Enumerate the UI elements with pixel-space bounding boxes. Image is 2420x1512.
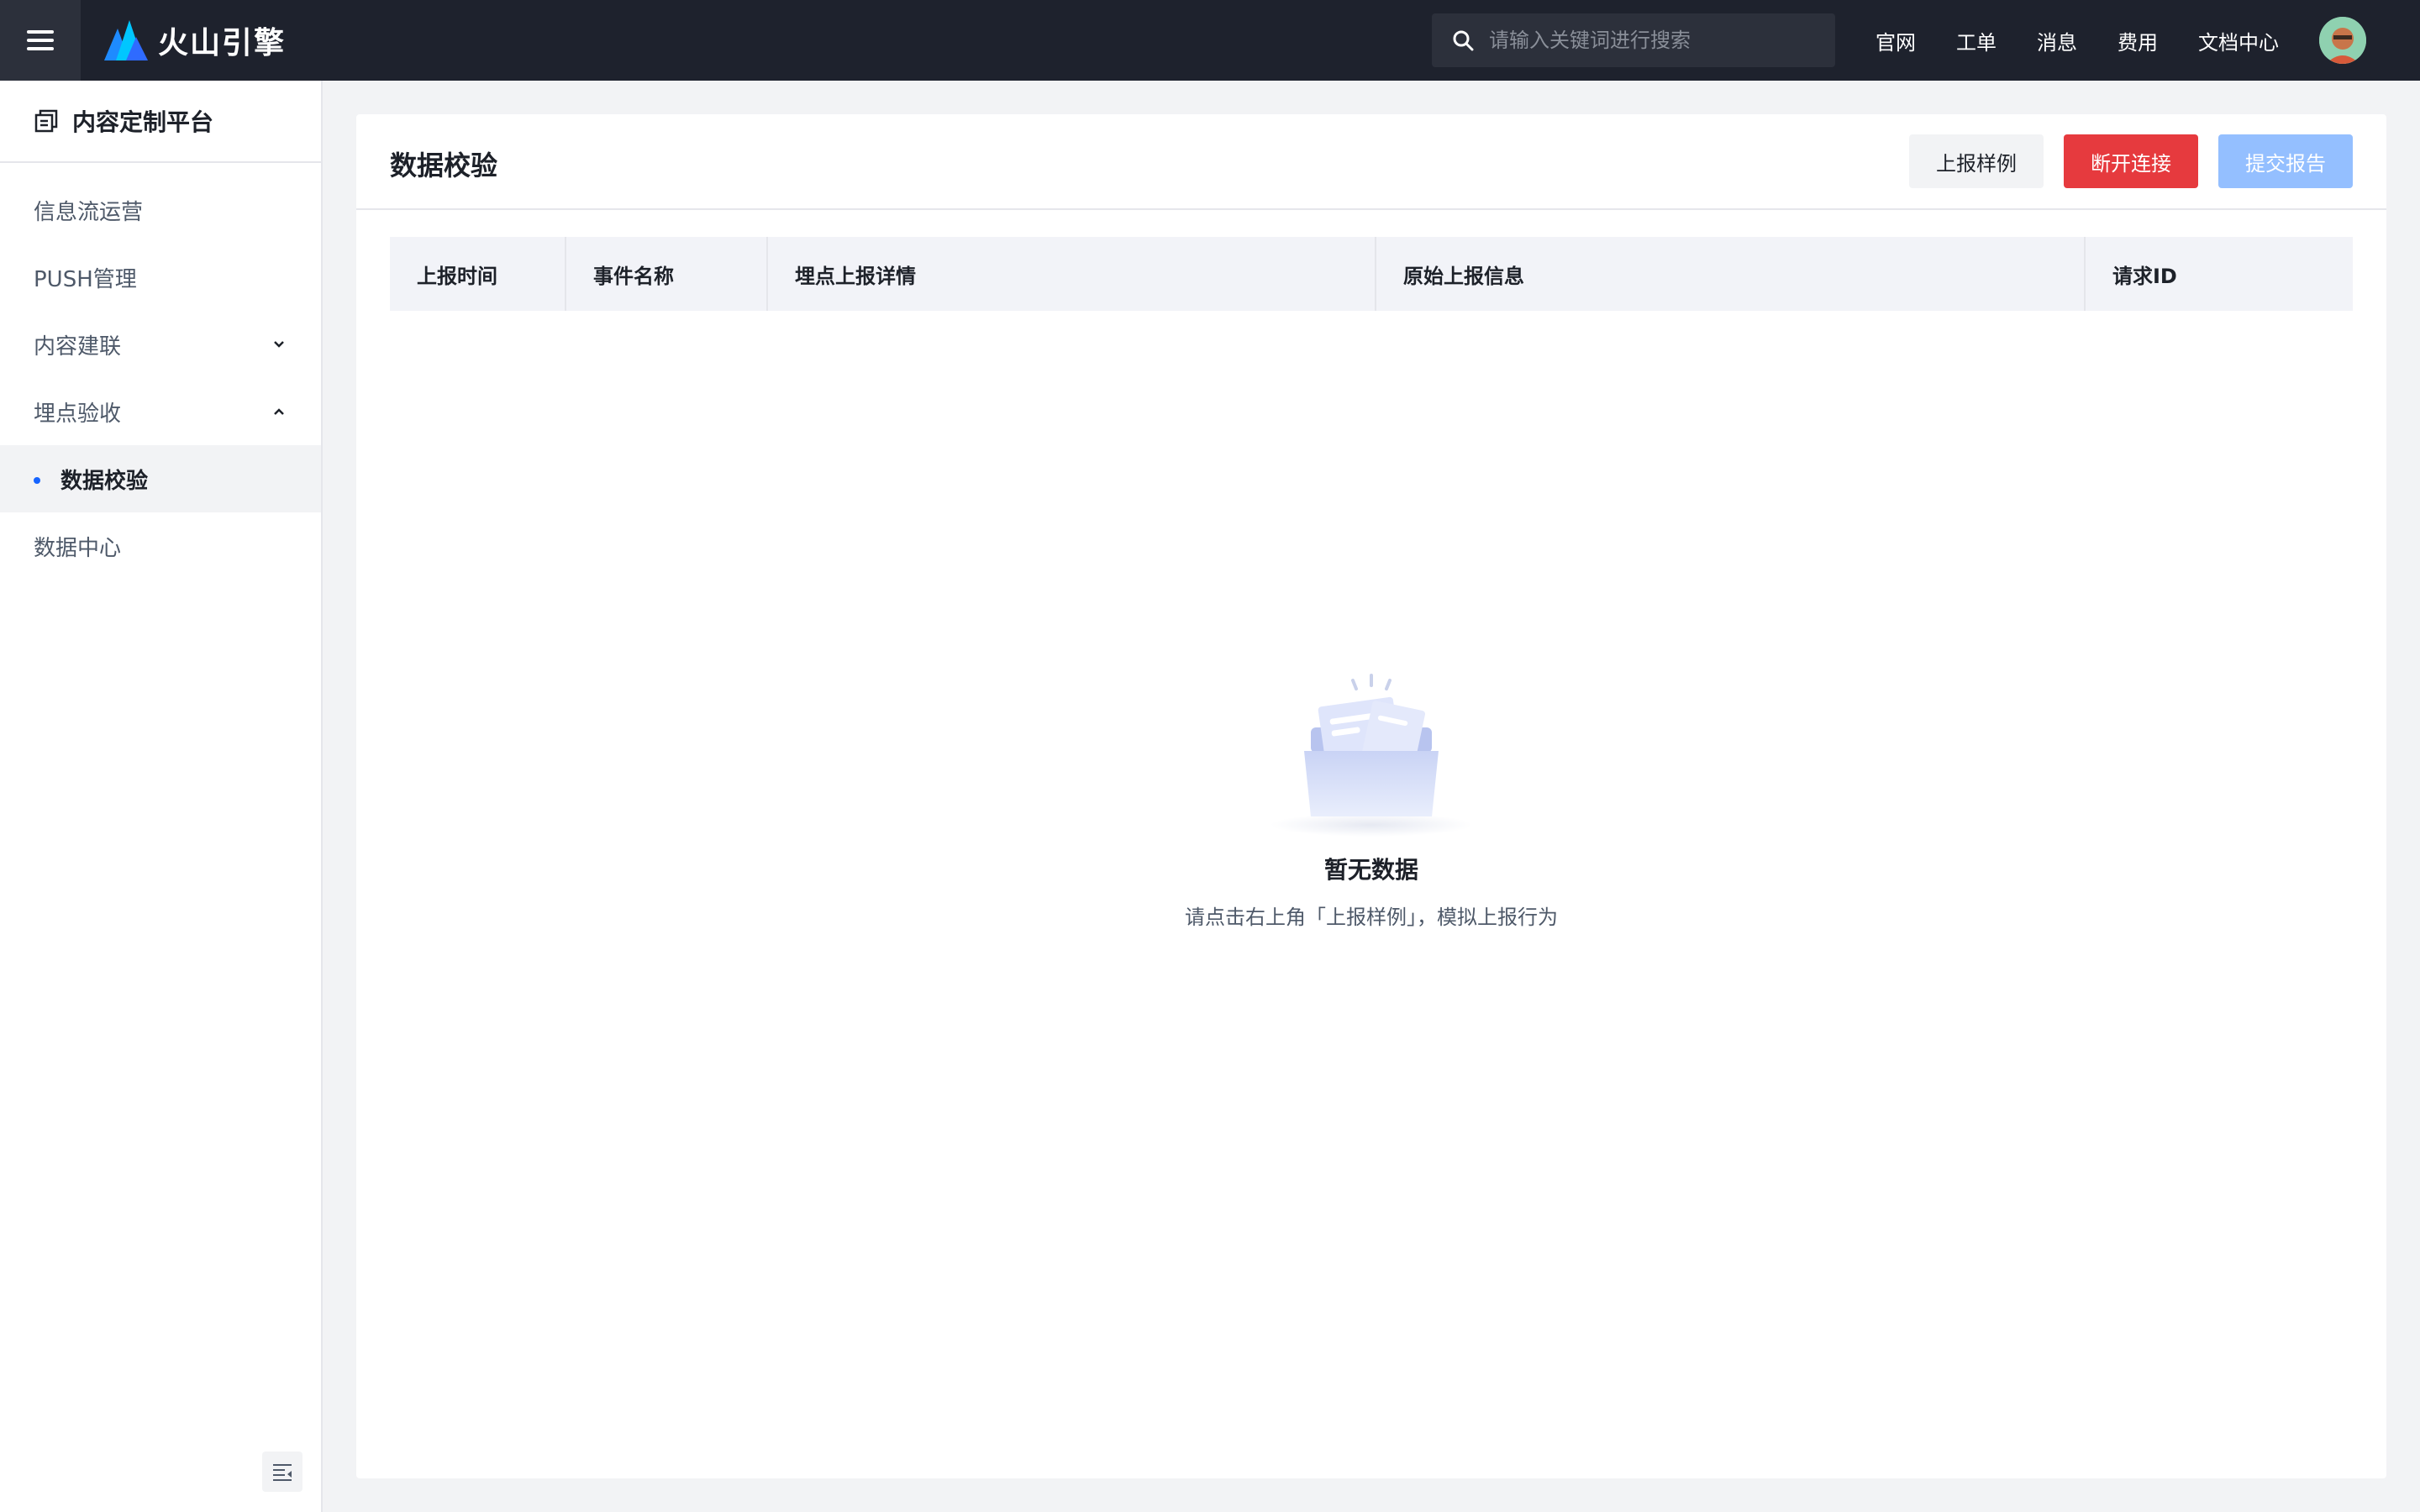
column-header[interactable]: 请求ID — [2086, 237, 2353, 311]
column-header[interactable]: 埋点上报详情 — [768, 237, 1376, 311]
nav-messages[interactable]: 消息 — [2037, 26, 2077, 55]
sidebar-item-label: 信息流运营 — [34, 199, 144, 225]
nav-tickets[interactable]: 工单 — [1956, 26, 1996, 55]
sidebar-item-label: 数据校验 — [60, 468, 149, 494]
report-sample-button[interactable]: 上报样例 — [1909, 134, 2044, 188]
sidebar: 内容定制平台 信息流运营 PUSH管理 内容建联 埋点验收 数据校验 数据中心 — [0, 81, 323, 1512]
column-header[interactable]: 事件名称 — [566, 237, 768, 311]
search-input[interactable] — [1487, 28, 1827, 53]
sidebar-item-data-validation[interactable]: 数据校验 — [0, 445, 321, 512]
brand-name: 火山引擎 — [158, 26, 287, 60]
column-header[interactable]: 上报时间 — [390, 237, 566, 311]
platform-icon — [34, 109, 58, 133]
brand-logo[interactable]: 火山引擎 — [104, 17, 286, 64]
card-header: 数据校验 上报样例 断开连接 提交报告 — [356, 114, 2386, 210]
empty-folder-icon — [1270, 674, 1472, 837]
page-title: 数据校验 — [390, 150, 498, 181]
top-header: 火山引擎 官网 工单 消息 费用 文档中心 — [0, 0, 2420, 81]
sidebar-item-content-link[interactable]: 内容建联 — [0, 311, 321, 378]
column-header[interactable]: 原始上报信息 — [1376, 237, 2086, 311]
top-nav: 官网 工单 消息 费用 文档中心 — [1876, 0, 2319, 81]
collapse-menu-icon — [273, 1464, 292, 1481]
nav-official-site[interactable]: 官网 — [1876, 26, 1916, 55]
hamburger-icon — [27, 25, 54, 55]
sidebar-item-label: 埋点验收 — [34, 401, 122, 427]
collapse-sidebar-button[interactable] — [262, 1452, 302, 1492]
platform-title-label: 内容定制平台 — [72, 108, 214, 136]
sidebar-item-feed-ops[interactable]: 信息流运营 — [0, 176, 321, 244]
data-table-header: 上报时间 事件名称 埋点上报详情 原始上报信息 请求ID — [390, 237, 2353, 311]
chevron-down-icon — [274, 341, 284, 348]
sidebar-item-label: 内容建联 — [34, 333, 122, 360]
nav-billing[interactable]: 费用 — [2118, 26, 2158, 55]
main-card: 数据校验 上报样例 断开连接 提交报告 上报时间 事件名称 埋点上报详情 原始上… — [356, 114, 2386, 1478]
sidebar-item-label: 数据中心 — [34, 535, 122, 561]
sidebar-item-push[interactable]: PUSH管理 — [0, 244, 321, 311]
user-avatar[interactable] — [2319, 17, 2366, 64]
avatar-face-icon — [2319, 17, 2366, 64]
chevron-up-icon — [274, 408, 284, 415]
active-dot-icon — [34, 477, 40, 484]
menu-toggle-button[interactable] — [0, 0, 81, 81]
empty-state: 暂无数据 请点击右上角「上报样例」，模拟上报行为 — [356, 669, 2386, 930]
platform-title: 内容定制平台 — [0, 81, 321, 163]
empty-state-title: 暂无数据 — [1323, 856, 1418, 884]
sidebar-item-tracking-accept[interactable]: 埋点验收 — [0, 378, 321, 445]
search-icon — [1453, 30, 1474, 51]
sidebar-item-label: PUSH管理 — [34, 266, 137, 292]
nav-docs-center[interactable]: 文档中心 — [2198, 26, 2279, 55]
empty-state-description: 请点击右上角「上报样例」，模拟上报行为 — [1185, 906, 1558, 929]
submit-report-button[interactable]: 提交报告 — [2218, 134, 2353, 188]
disconnect-button[interactable]: 断开连接 — [2064, 134, 2198, 188]
sidebar-item-data-center[interactable]: 数据中心 — [0, 512, 321, 580]
global-search[interactable] — [1432, 13, 1835, 67]
volcano-logo-icon — [104, 20, 148, 60]
